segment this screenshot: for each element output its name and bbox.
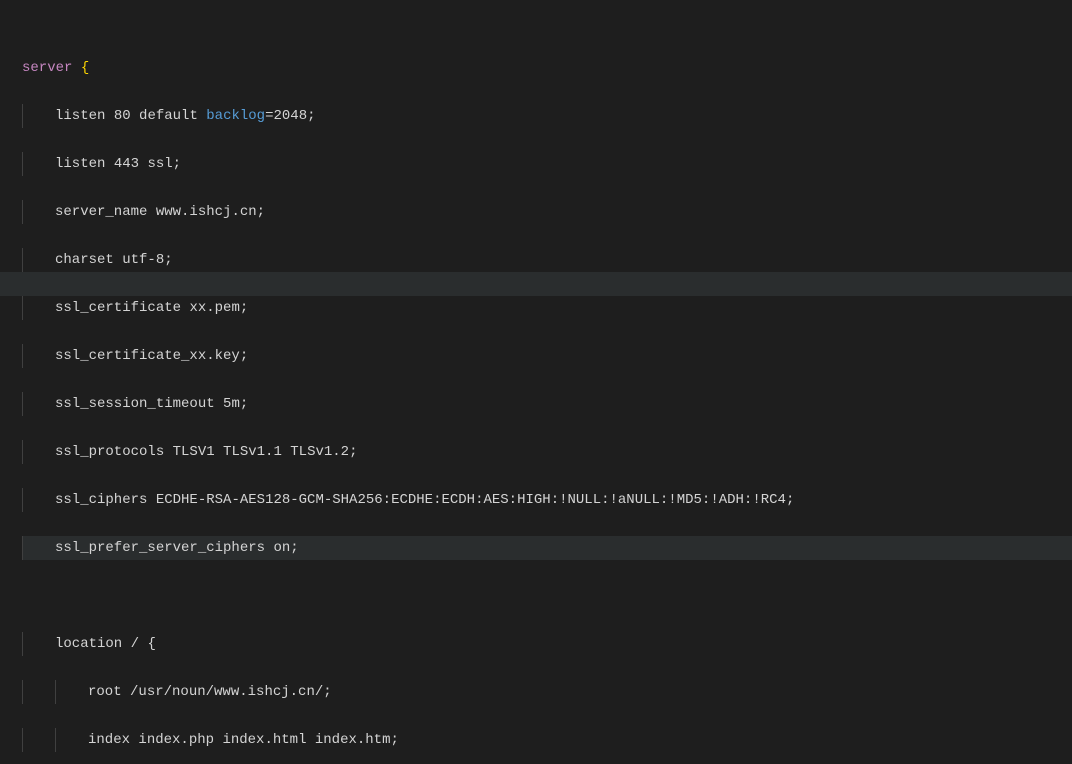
code-line: ssl_certificate xx.pem;	[22, 296, 1072, 320]
code-line: root /usr/noun/www.ishcj.cn/;	[22, 680, 1072, 704]
code-line-highlighted: ssl_prefer_server_ciphers on;	[22, 536, 1072, 560]
code-line: ssl_certificate_xx.key;	[22, 344, 1072, 368]
code-line: server_name www.ishcj.cn;	[22, 200, 1072, 224]
code-line: ssl_ciphers ECDHE-RSA-AES128-GCM-SHA256:…	[22, 488, 1072, 512]
code-line: listen 443 ssl;	[22, 152, 1072, 176]
code-line: ssl_protocols TLSV1 TLSv1.1 TLSv1.2;	[22, 440, 1072, 464]
code-line: listen 80 default backlog=2048;	[22, 104, 1072, 128]
code-line-blank	[22, 584, 1072, 608]
code-line: location / {	[22, 632, 1072, 656]
code-line: charset utf-8;	[22, 248, 1072, 272]
code-editor[interactable]: server { listen 80 default backlog=2048;…	[0, 0, 1072, 764]
code-line: ssl_session_timeout 5m;	[22, 392, 1072, 416]
code-line: server {	[22, 56, 1072, 80]
code-line: index index.php index.html index.htm;	[22, 728, 1072, 752]
